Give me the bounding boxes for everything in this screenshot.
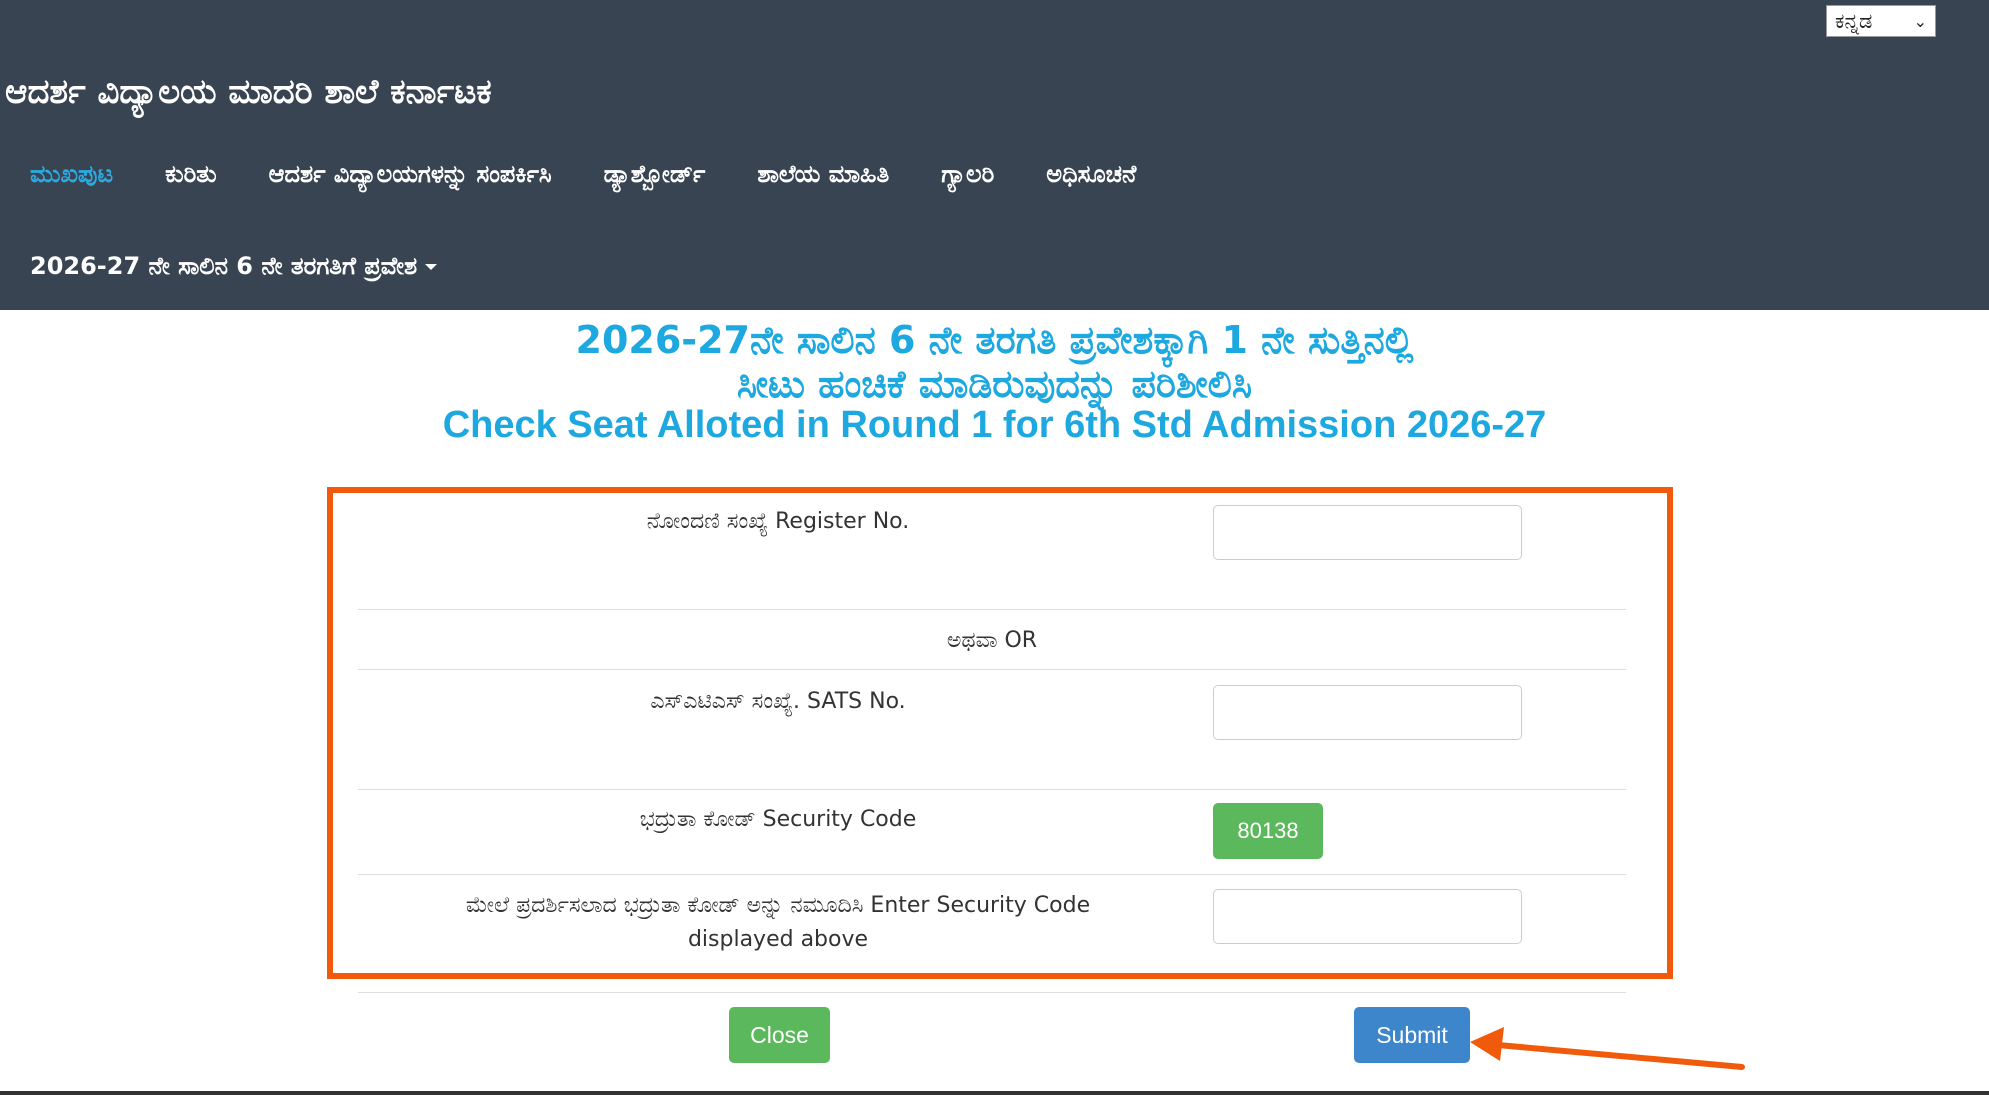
sats-no-label: ಎಸ್ಎಟಿಎಸ್ ಸಂಖ್ಯೆ. SATS No. [650, 689, 906, 714]
security-code-label: ಭದ್ರುತಾ ಕೋಡ್ Security Code [639, 807, 917, 832]
site-header: ಕನ್ನಡ ⌄ ಆದರ್ಶ ವಿದ್ಯಾಲಯ ಮಾದರಿ ಶಾಲೆ ಕರ್ನಾಟ… [0, 0, 1989, 310]
site-title: ಆದರ್ಶ ವಿದ್ಯಾಲಯ ಮಾದರಿ ಶಾಲೆ ಕರ್ನಾಟಕ [5, 72, 492, 112]
divider [358, 789, 1626, 790]
submit-button[interactable]: Submit [1354, 1007, 1470, 1063]
register-no-input[interactable] [1213, 505, 1522, 560]
nav-item-dashboard[interactable]: ಡ್ಯಾಶ್ಬೋರ್ಡ್ [604, 160, 706, 188]
nav-item-contact[interactable]: ಆದರ್ಶ ವಿದ್ಯಾಲಯಗಳನ್ನು ಸಂಪರ್ಕಿಸಿ [269, 160, 552, 188]
page-heading-kannada-line2: ಸೀಟು ಹಂಚಿಕೆ ಮಾಡಿರುವುದನ್ನು ಪರಿಶೀಲಿಸಿ [736, 362, 1253, 406]
bottom-border [0, 1091, 1989, 1095]
nav-item-admission-dropdown[interactable]: 2026-27 ನೇ ಸಾಲಿನ 6 ನೇ ತರಗತಿಗೆ ಪ್ರವೇಶ [30, 252, 438, 280]
page-heading-kannada-line1: 2026-27ನೇ ಸಾಲಿನ 6 ನೇ ತರಗತಿ ಪ್ರವೇಶಕ್ಕಾಗಿ … [575, 318, 1414, 362]
nav-item-notification[interactable]: ಅಧಿಸೂಚನೆ [1046, 160, 1136, 188]
nav-item-about[interactable]: ಕುರಿತು [165, 160, 216, 188]
caret-down-icon [425, 264, 438, 270]
page-heading-english: Check Seat Alloted in Round 1 for 6th St… [442, 404, 1547, 446]
or-label: ಅಥವಾ OR [946, 628, 1038, 653]
main-nav: ಮುಖಪುಟ ಕುರಿತು ಆದರ್ಶ ವಿದ್ಯಾಲಯಗಳನ್ನು ಸಂಪರ್… [30, 160, 1188, 188]
enter-security-code-label-line1: ಮೇಲೆ ಪ್ರದರ್ಶಿಸಲಾದ ಭದ್ರುತಾ ಕೋಡ್ ಅನ್ನು ನಮೂ… [465, 893, 1091, 918]
arrow-annotation-icon [1470, 1027, 1745, 1070]
divider [358, 874, 1626, 875]
security-code-badge: 80138 [1213, 803, 1323, 859]
divider [358, 669, 1626, 670]
enter-security-code-label: ಮೇಲೆ ಪ್ರದರ್ಶಿಸಲಾದ ಭದ್ರುತಾ ಕೋಡ್ ಅನ್ನು ನಮೂ… [378, 889, 1178, 957]
enter-security-code-label-line2: displayed above [687, 927, 869, 952]
divider [358, 609, 1626, 610]
chevron-down-icon: ⌄ [1913, 11, 1927, 31]
nav-item-school-info[interactable]: ಶಾಲೆಯ ಮಾಹಿತಿ [757, 160, 889, 188]
close-button[interactable]: Close [729, 1007, 830, 1063]
sats-no-input[interactable] [1213, 685, 1522, 740]
register-no-label: ನೋಂದಣಿ ಸಂಖ್ಯೆ Register No. [646, 509, 910, 534]
security-code-input[interactable] [1213, 889, 1522, 944]
language-select-value: ಕನ್ನಡ [1835, 8, 1873, 33]
nav-item-gallery[interactable]: ಗ್ಯಾಲರಿ [941, 160, 994, 188]
divider [358, 992, 1626, 993]
nav-item-home[interactable]: ಮುಖಪುಟ [30, 160, 113, 188]
admission-menu-label: 2026-27 ನೇ ಸಾಲಿನ 6 ನೇ ತರಗತಿಗೆ ಪ್ರವೇಶ [30, 252, 418, 280]
language-select[interactable]: ಕನ್ನಡ ⌄ [1826, 5, 1936, 37]
